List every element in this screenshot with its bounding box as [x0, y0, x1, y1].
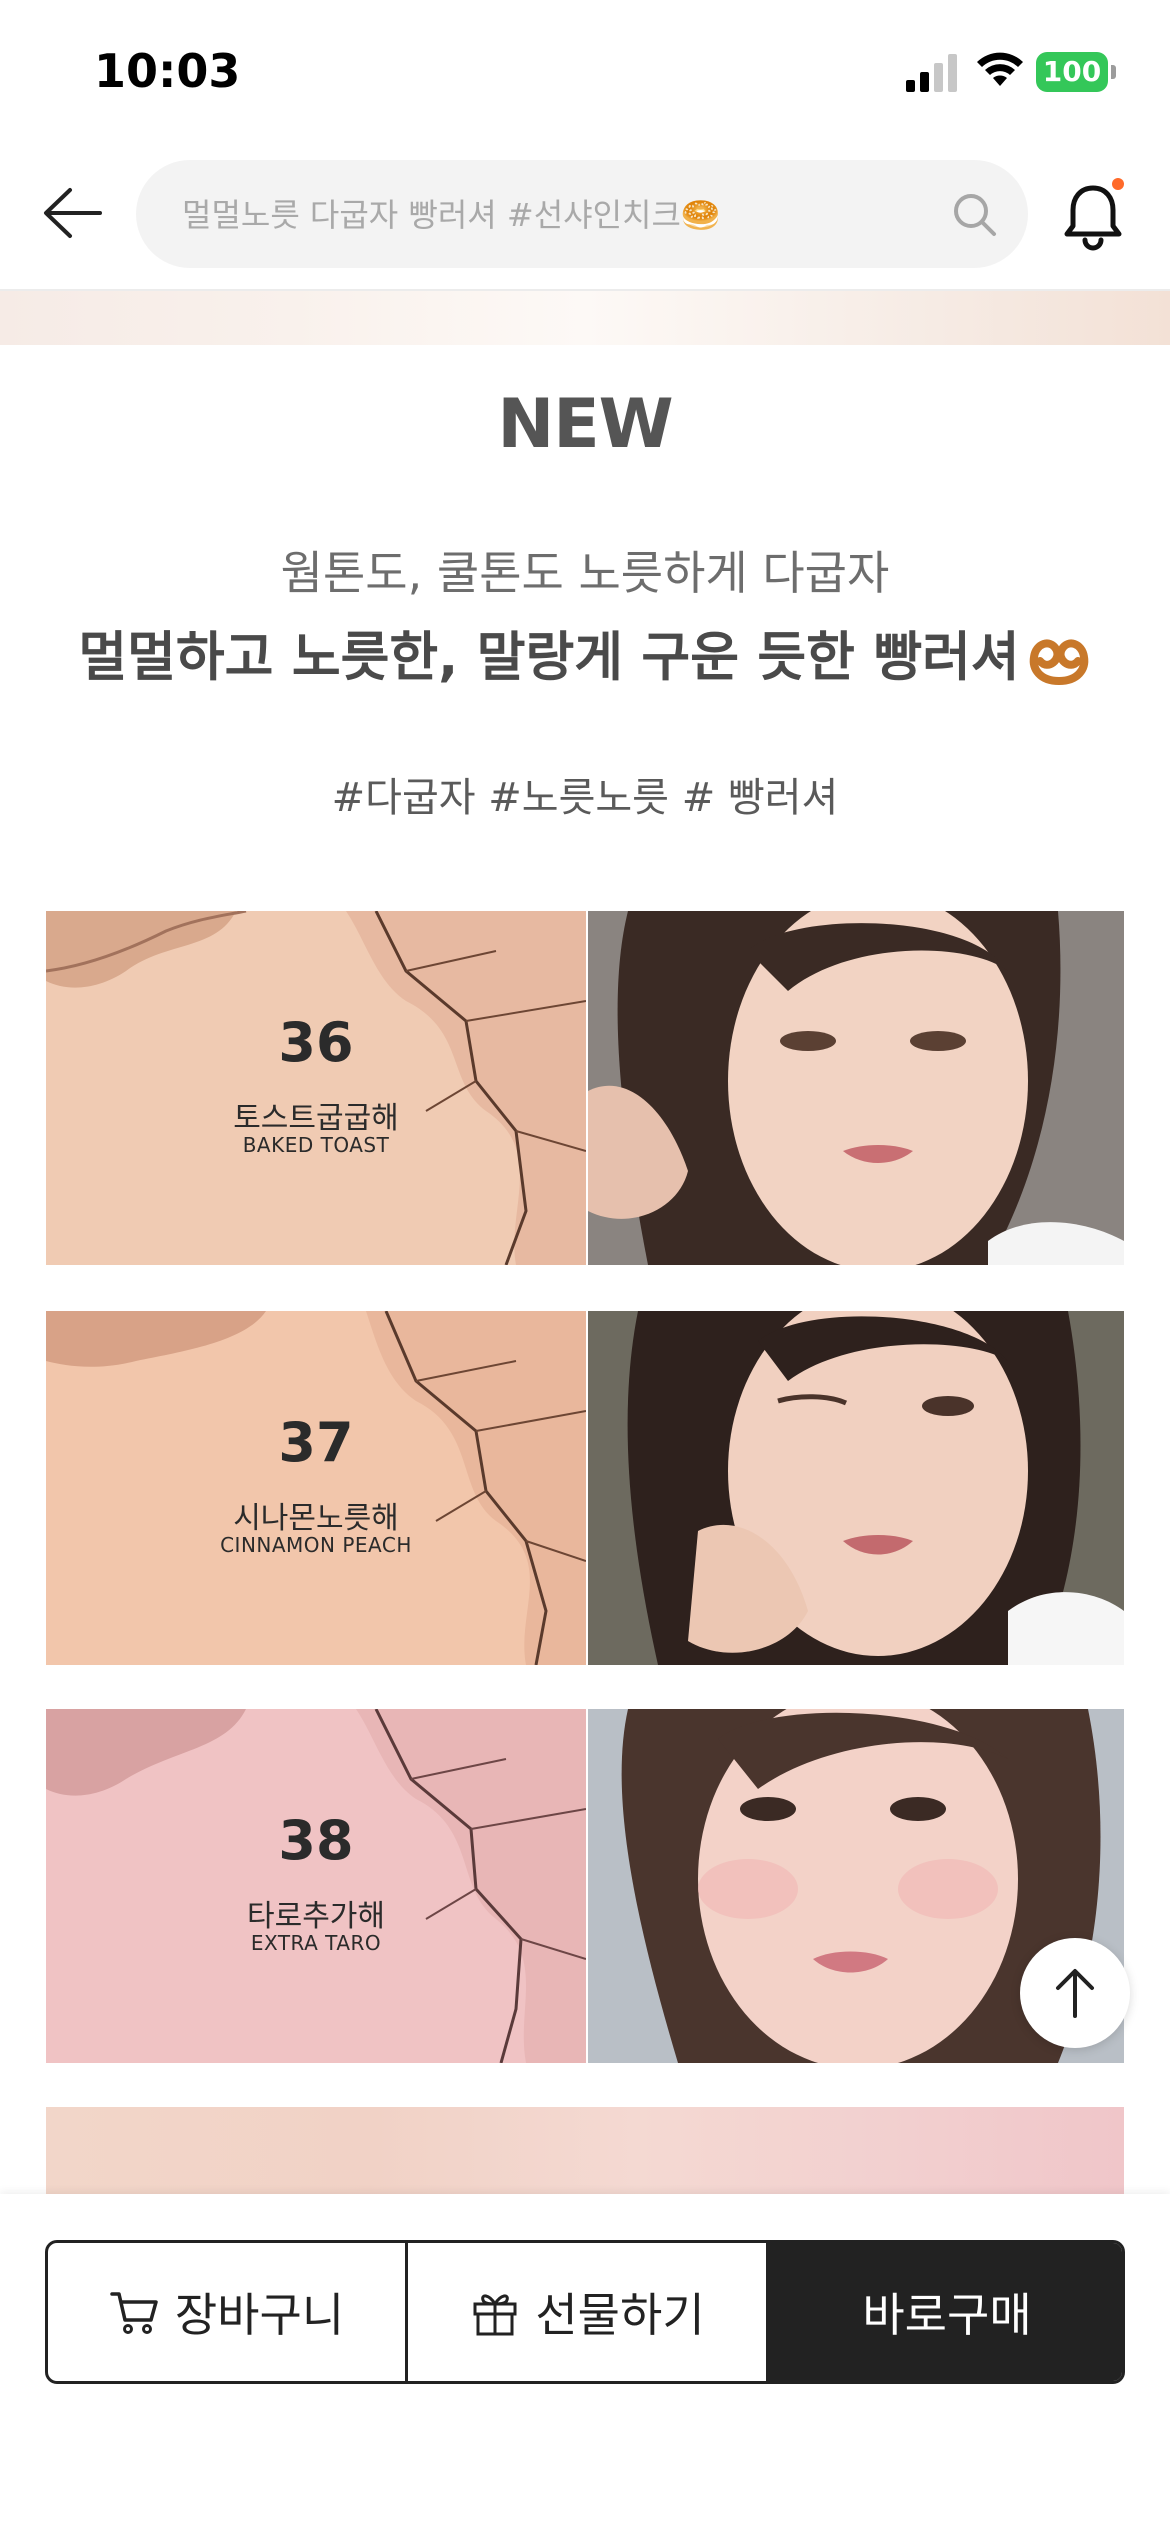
shade-number: 37 — [278, 1411, 354, 1474]
shade-name-en: BAKED TOAST — [242, 1133, 390, 1157]
gift-label: 선물하기 — [535, 2288, 705, 2342]
signal-icon — [906, 54, 957, 92]
back-arrow-icon[interactable] — [38, 178, 108, 248]
model-photo-37 — [588, 1311, 1124, 1665]
wifi-icon — [977, 52, 1023, 86]
gift-icon — [473, 2294, 517, 2336]
status-time: 10:03 — [94, 44, 241, 98]
swatch-image-38: 38 타로추가해 EXTRA TARO — [46, 1709, 586, 2063]
battery-icon: 100 — [1036, 52, 1116, 92]
search-icon[interactable] — [950, 190, 1000, 240]
banner-strip — [0, 291, 1170, 345]
next-banner-image — [46, 2107, 1124, 2197]
cart-label: 장바구니 — [174, 2288, 345, 2342]
shade-number: 36 — [278, 1011, 354, 1074]
swatch-image-36: 36 토스트굽굽해 BAKED TOAST — [46, 911, 586, 1265]
arrow-up-icon — [1056, 1969, 1094, 2018]
shade-row-36: 36 토스트굽굽해 BAKED TOAST — [46, 911, 1124, 1265]
battery-level: 100 — [1042, 55, 1102, 88]
pretzel-icon — [1029, 639, 1088, 686]
swatch-image-37: 37 시나몬노릇해 CINNAMON PEACH — [46, 1311, 586, 1665]
shade-name-en: CINNAMON PEACH — [220, 1533, 412, 1557]
shade-name-ko: 토스트굽굽해 — [233, 1101, 399, 1136]
shade-name-ko: 시나몬노릇해 — [233, 1501, 399, 1536]
buy-now-button[interactable]: 바로구매 — [766, 2243, 1122, 2381]
bottom-action-bar: 장바구니 선물하기 바로구매 — [0, 2194, 1170, 2532]
notification-button[interactable] — [1058, 178, 1128, 254]
shade-name-en: EXTRA TARO — [250, 1931, 382, 1955]
shade-row-38: 38 타로추가해 EXTRA TARO — [46, 1709, 1124, 2063]
subtitle-line1: 웜톤도, 쿨톤도 노릇하게 다굽자 — [280, 546, 890, 600]
model-photo-36 — [588, 911, 1124, 1265]
buy-label: 바로구매 — [862, 2288, 1032, 2342]
section-title: NEW — [497, 385, 673, 464]
subtitle-line2-wrap: 멀멀하고 노릇한, 말랑게 구운 듯한 빵러셔 — [60, 615, 1110, 691]
subtitle-line2: 멀멀하고 노릇한, 말랑게 구운 듯한 빵러셔 — [78, 627, 1020, 688]
top-nav — [0, 150, 1170, 290]
scroll-to-top-button[interactable] — [1020, 1938, 1130, 2048]
action-buttons: 장바구니 선물하기 바로구매 — [45, 2240, 1125, 2384]
cart-icon — [110, 2292, 158, 2334]
shade-row-37: 37 시나몬노릇해 CINNAMON PEACH — [46, 1311, 1124, 1665]
notification-dot — [1112, 178, 1124, 190]
shade-name-ko: 타로추가해 — [247, 1899, 385, 1934]
search-bar[interactable] — [136, 160, 1028, 268]
status-bar: 10:03 100 — [0, 0, 1170, 140]
gift-button[interactable]: 선물하기 — [408, 2243, 766, 2381]
hashtags: #다굽자 #노릇노릇 # 빵러셔 — [331, 775, 839, 821]
shade-number: 38 — [278, 1809, 354, 1872]
search-input[interactable] — [182, 190, 942, 240]
cart-button[interactable]: 장바구니 — [48, 2243, 408, 2381]
